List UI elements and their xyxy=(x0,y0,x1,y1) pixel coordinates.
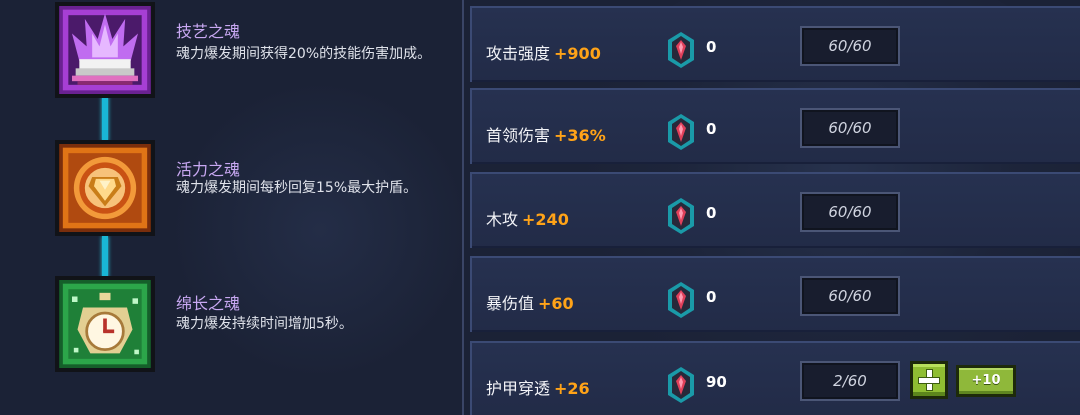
soul-crystal-icon xyxy=(668,114,694,150)
soul-icon-art xyxy=(59,6,151,94)
stat-label: 护甲穿透 +26 xyxy=(486,379,590,398)
stat-bonus: +36% xyxy=(554,126,606,145)
soul-list: 技艺之魂 魂力爆发期间获得20%的技能伤害加成。 活力之魂 魂力爆发期间每秒回复… xyxy=(0,0,460,415)
soul-connector xyxy=(102,236,108,278)
soul-name: 技艺之魂 xyxy=(176,22,241,41)
purple-flame-book-icon[interactable] xyxy=(55,2,155,98)
stat-level: 60/60 xyxy=(800,192,900,232)
gem-count: 0 xyxy=(706,204,717,222)
stat-bonus: +26 xyxy=(554,379,590,398)
soul-crystal-icon xyxy=(668,367,694,403)
stat-level: 2/60 xyxy=(800,361,900,401)
gem-count: 0 xyxy=(706,38,717,56)
stat-bonus: +900 xyxy=(554,44,601,63)
stat-bonus: +240 xyxy=(522,210,569,229)
stat-row: 攻击强度 +900 0 60/60 xyxy=(470,6,1080,82)
stat-row: 首领伤害 +36% 0 60/60 xyxy=(470,88,1080,164)
stat-row: 木攻 +240 0 60/60 xyxy=(470,172,1080,248)
column-divider xyxy=(462,0,464,415)
soul-name: 活力之魂 xyxy=(176,160,241,179)
gem-count: 90 xyxy=(706,373,727,391)
stat-level: 60/60 xyxy=(800,108,900,148)
soul-description: 魂力爆发期间获得20%的技能伤害加成。 xyxy=(176,46,432,62)
stat-row: 暴伤值 +60 0 60/60 xyxy=(470,256,1080,332)
soul-icon-art xyxy=(59,280,151,368)
stat-label: 攻击强度 +900 xyxy=(486,44,601,63)
soul-crystal-icon xyxy=(668,282,694,318)
stat-label: 木攻 +240 xyxy=(486,210,569,229)
green-pocket-watch-icon[interactable] xyxy=(55,276,155,372)
stat-level: 60/60 xyxy=(800,276,900,316)
orange-shield-gem-icon[interactable] xyxy=(55,140,155,236)
soul-description: 魂力爆发期间每秒回复15%最大护盾。 xyxy=(176,180,418,196)
stat-row: 护甲穿透 +26 90 2/60 +10 xyxy=(470,341,1080,415)
stat-label: 首领伤害 +36% xyxy=(486,126,606,145)
soul-crystal-icon xyxy=(668,32,694,68)
gem-count: 0 xyxy=(706,288,717,306)
soul-description: 魂力爆发持续时间增加5秒。 xyxy=(176,316,353,332)
upgrade-plus10-button[interactable]: +10 xyxy=(956,365,1016,397)
stat-label: 暴伤值 +60 xyxy=(486,294,574,313)
stat-bonus: +60 xyxy=(538,294,574,313)
soul-icon-art xyxy=(59,144,151,232)
gem-count: 0 xyxy=(706,120,717,138)
soul-crystal-icon xyxy=(668,198,694,234)
stat-level: 60/60 xyxy=(800,26,900,66)
soul-name: 绵长之魂 xyxy=(176,294,241,313)
soul-connector xyxy=(102,96,108,142)
plus-icon[interactable] xyxy=(910,361,948,399)
